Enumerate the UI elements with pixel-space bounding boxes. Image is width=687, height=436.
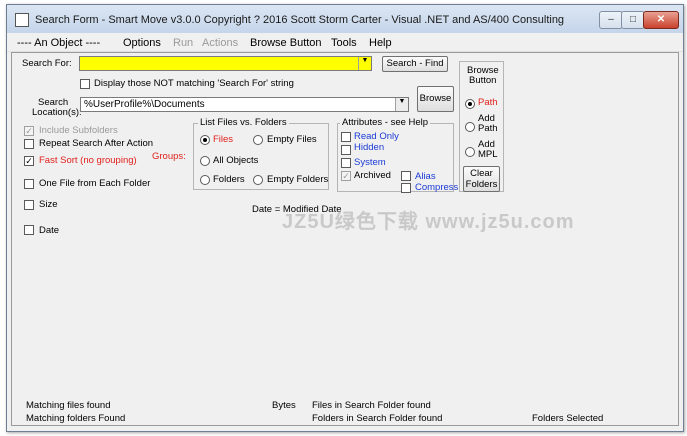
browse-path-label: Path <box>478 97 498 108</box>
search-location-input[interactable]: %UserProfile%\Documents ▼ <box>80 97 409 112</box>
maximize-button[interactable]: □ <box>621 11 645 29</box>
list-group-title: List Files vs. Folders <box>198 117 289 128</box>
menu-tools[interactable]: Tools <box>331 37 357 49</box>
date-label: Date <box>39 225 60 236</box>
include-subfolders-label: Include Subfolders <box>39 125 118 136</box>
matching-folders-label: Matching folders Found <box>26 413 126 424</box>
hidden-checkbox[interactable] <box>341 145 351 155</box>
app-window: Search Form - Smart Move v3.0.0 Copyrigh… <box>6 4 684 432</box>
search-location-label-2: Location(s): <box>32 107 82 118</box>
clear-folders-button[interactable]: Clear Folders <box>463 166 500 192</box>
menu-actions[interactable]: Actions <box>202 37 238 49</box>
alias-checkbox[interactable] <box>401 171 411 181</box>
groups-label: Groups: <box>152 151 186 162</box>
alias-label: Alias <box>415 171 436 182</box>
menu-browse-button[interactable]: Browse Button <box>250 37 322 49</box>
app-icon <box>15 13 29 27</box>
attributes-group: Attributes - see Help Read Only Hidden S… <box>337 117 458 193</box>
hidden-label: Hidden <box>354 142 385 153</box>
read-only-label: Read Only <box>354 131 399 142</box>
chevron-down-icon[interactable]: ▼ <box>395 98 408 111</box>
search-for-input[interactable]: ▼ <box>79 56 372 71</box>
search-for-label: Search For: <box>22 58 72 69</box>
display-not-matching-label: Display those NOT matching 'Search For' … <box>94 78 294 89</box>
date-checkbox[interactable] <box>24 225 34 235</box>
menu-help[interactable]: Help <box>369 37 392 49</box>
browse-add-mpl-radio[interactable] <box>465 147 475 157</box>
matching-files-label: Matching files found <box>26 400 111 411</box>
watermark: JZ5U绿色下载 www.jz5u.com <box>282 211 575 233</box>
system-label: System <box>354 157 386 168</box>
list-files-folders-group: List Files vs. Folders Files Empty Files… <box>193 117 329 190</box>
read-only-checkbox[interactable] <box>341 132 351 142</box>
search-find-button[interactable]: Search - Find <box>382 56 448 72</box>
compress-checkbox[interactable] <box>401 183 411 193</box>
browse-group-title-2: Button <box>469 75 497 86</box>
fast-sort-label: Fast Sort (no grouping) <box>39 155 137 166</box>
browse-add-path-label: Add Path <box>478 113 498 134</box>
folders-in-folder-label: Folders in Search Folder found <box>312 413 443 424</box>
minimize-button[interactable]: – <box>599 11 623 29</box>
one-file-checkbox[interactable] <box>24 179 34 189</box>
menu-bar: ---- An Object ---- Options Run Actions … <box>7 33 683 52</box>
browse-add-mpl-label: Add MPL <box>478 139 498 160</box>
files-in-folder-label: Files in Search Folder found <box>312 400 431 411</box>
empty-folders-radio[interactable] <box>253 175 263 185</box>
include-subfolders-checkbox[interactable]: ✓ <box>24 126 34 136</box>
files-label: Files <box>213 134 234 145</box>
empty-files-radio[interactable] <box>253 135 263 145</box>
repeat-search-label: Repeat Search After Action <box>39 138 154 149</box>
system-checkbox[interactable] <box>341 158 351 168</box>
menu-run[interactable]: Run <box>173 37 193 49</box>
search-location-value: %UserProfile%\Documents <box>84 99 205 110</box>
bytes-label: Bytes <box>272 400 296 411</box>
empty-files-label: Empty Files <box>267 134 317 145</box>
close-button[interactable]: ✕ <box>643 11 679 29</box>
folders-selected-label: Folders Selected <box>532 413 604 424</box>
browse-add-path-radio[interactable] <box>465 122 475 132</box>
folders-label: Folders <box>213 174 245 185</box>
one-file-label: One File from Each Folder <box>39 178 151 189</box>
all-objects-label: All Objects <box>213 155 259 166</box>
fast-sort-checkbox[interactable]: ✓ <box>24 156 34 166</box>
chevron-down-icon[interactable]: ▼ <box>358 57 371 70</box>
archived-label: Archived <box>354 170 391 181</box>
compress-label: Compress <box>415 182 459 193</box>
menu-an-object[interactable]: ---- An Object ---- <box>17 37 100 49</box>
window-title: Search Form - Smart Move v3.0.0 Copyrigh… <box>35 14 565 26</box>
browse-path-radio[interactable] <box>465 99 475 109</box>
menu-options[interactable]: Options <box>123 37 161 49</box>
display-not-matching-checkbox[interactable] <box>80 79 90 89</box>
empty-folders-label: Empty Folders <box>267 174 329 185</box>
all-objects-radio[interactable] <box>200 156 210 166</box>
size-label: Size <box>39 199 58 210</box>
attributes-group-title: Attributes - see Help <box>340 117 431 128</box>
files-radio[interactable] <box>200 135 210 145</box>
client-area: Search For: ▼ Search - Find Display thos… <box>11 52 679 426</box>
size-checkbox[interactable] <box>24 200 34 210</box>
archived-checkbox[interactable]: ✓ <box>341 171 351 181</box>
repeat-search-checkbox[interactable] <box>24 139 34 149</box>
title-bar: Search Form - Smart Move v3.0.0 Copyrigh… <box>7 5 683 33</box>
folders-radio[interactable] <box>200 175 210 185</box>
browse-button-group: Browse Button Path Add Path Add MPL Clea… <box>459 61 504 192</box>
browse-button[interactable]: Browse <box>417 86 454 112</box>
